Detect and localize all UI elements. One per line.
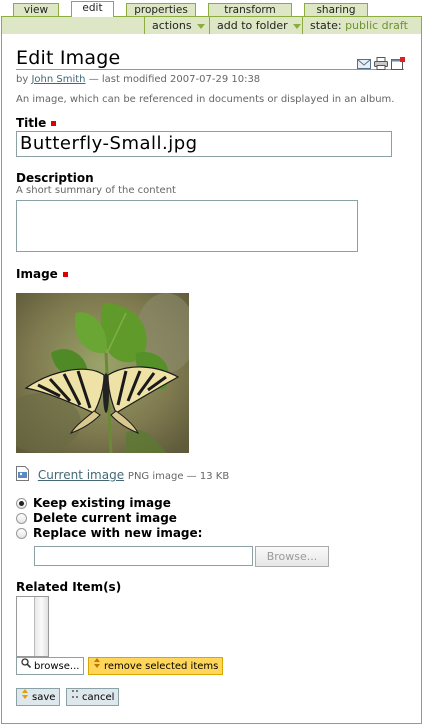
butterfly-photo: [16, 293, 189, 453]
replace-image-label: Replace with new image:: [33, 526, 203, 540]
content-views-tabs: view edit properties transform sharing: [0, 0, 423, 17]
save-button[interactable]: save: [16, 688, 61, 706]
remove-selected-button[interactable]: remove selected items: [88, 657, 224, 675]
byline-modified: — last modified 2007-07-29 10:38: [88, 74, 261, 85]
tab-sharing[interactable]: sharing: [304, 3, 368, 17]
tab-properties[interactable]: properties: [126, 3, 196, 17]
actions-menu-label: actions: [152, 19, 192, 32]
cancel-x-icon: [71, 689, 79, 705]
replace-image-radio[interactable]: [16, 528, 27, 539]
document-actions: [357, 55, 405, 70]
content-actions-bar: actions add to folder state: public draf…: [1, 16, 422, 46]
file-path-input[interactable]: [34, 546, 253, 566]
chevron-down-icon: [292, 23, 301, 29]
full-screen-icon[interactable]: [391, 55, 405, 74]
page-title: Edit Image: [16, 47, 404, 70]
tab-edit[interactable]: edit: [71, 1, 114, 17]
cancel-button[interactable]: cancel: [66, 688, 120, 706]
keep-existing-label: Keep existing image: [33, 496, 171, 510]
related-items-list[interactable]: [16, 596, 49, 657]
current-image-meta: PNG image — 13 KB: [127, 471, 230, 482]
cancel-label: cancel: [82, 692, 115, 703]
actions-menu[interactable]: actions: [144, 17, 212, 34]
required-marker: [62, 272, 68, 277]
delete-current-label: Delete current image: [33, 511, 177, 525]
state-label: state:: [310, 19, 342, 32]
tab-transform-label: transform: [224, 4, 276, 16]
remove-arrows-icon: [93, 658, 101, 674]
related-browse-button[interactable]: browse...: [16, 657, 85, 675]
description-field-label: Description: [16, 171, 94, 185]
tab-properties-label: properties: [134, 4, 188, 16]
tab-sharing-label: sharing: [316, 4, 356, 16]
description-help: A short summary of the content: [16, 185, 176, 196]
state-value: public draft: [345, 19, 408, 32]
tab-transform[interactable]: transform: [208, 3, 292, 17]
add-to-folder-label: add to folder: [217, 19, 288, 32]
tab-view-label: view: [23, 4, 49, 16]
save-arrows-icon: [21, 689, 29, 705]
magnifier-icon: [21, 658, 32, 674]
image-field-label: Image: [16, 267, 68, 281]
title-input[interactable]: Butterfly-Small.jpg: [16, 131, 392, 157]
chevron-down-icon: [196, 23, 205, 29]
image-file-icon: [16, 466, 29, 485]
save-label: save: [32, 692, 56, 703]
tab-edit-label: edit: [82, 2, 103, 14]
remove-selected-label: remove selected items: [104, 661, 219, 672]
current-image-link[interactable]: Current image: [38, 468, 124, 482]
related-items-scrollbar[interactable]: [34, 597, 48, 656]
delete-current-radio[interactable]: [16, 513, 27, 524]
image-label-text: Image: [16, 267, 58, 281]
browse-file-button[interactable]: Browse...: [255, 546, 329, 567]
send-to-icon[interactable]: [357, 55, 371, 74]
print-icon[interactable]: [374, 55, 388, 74]
title-label-text: Title: [16, 116, 47, 130]
related-browse-label: browse...: [34, 661, 80, 672]
document-byline: by John Smith — last modified 2007-07-29…: [16, 74, 260, 86]
current-image-row: Current image PNG image — 13 KB: [16, 466, 229, 482]
add-to-folder-menu[interactable]: add to folder: [209, 17, 308, 34]
related-items-label: Related Item(s): [16, 580, 122, 594]
byline-prefix: by: [16, 74, 29, 85]
content-type-description: An image, which can be referenced in doc…: [16, 94, 395, 105]
tab-view[interactable]: view: [13, 3, 59, 17]
state-menu[interactable]: state: public draft: [302, 17, 421, 46]
title-field-label: Title: [16, 116, 57, 130]
author-link[interactable]: John Smith: [31, 74, 85, 85]
required-marker: [51, 121, 57, 126]
description-textarea[interactable]: [16, 200, 358, 252]
keep-existing-radio[interactable]: [16, 498, 27, 509]
